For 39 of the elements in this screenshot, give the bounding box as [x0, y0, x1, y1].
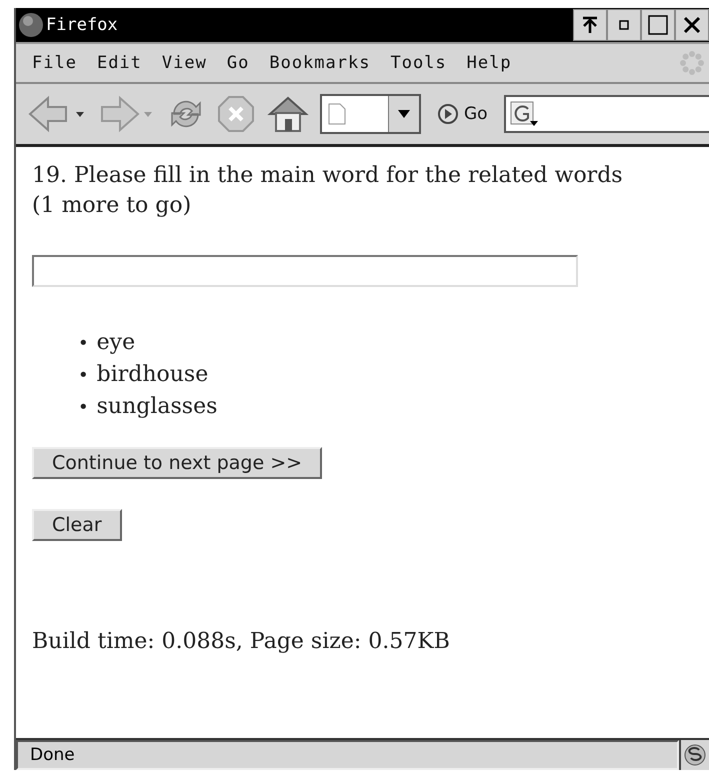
minimize-button[interactable]	[607, 9, 641, 41]
play-icon	[437, 103, 459, 125]
menu-item[interactable]: Edit	[96, 53, 142, 73]
question-text: 19. Please fill in the main word for the related words (1 more to go)	[32, 162, 624, 220]
bullet: •	[78, 396, 89, 420]
answer-field[interactable]	[32, 255, 578, 287]
minimize-icon	[618, 19, 630, 31]
menu-item[interactable]: Go	[226, 53, 250, 73]
menu-item[interactable]: Bookmarks	[269, 53, 370, 73]
maximize-icon	[647, 14, 669, 36]
dropdown-arrow-icon	[398, 110, 410, 118]
maximize-button[interactable]	[641, 9, 675, 41]
stop-button[interactable]	[216, 94, 256, 134]
related-word: eye	[96, 329, 136, 357]
menu-item[interactable]: Tools	[390, 53, 447, 73]
menu-item[interactable]: Help	[466, 53, 512, 73]
security-icon	[684, 744, 706, 766]
menu-item[interactable]: View	[162, 53, 207, 73]
continue-button[interactable]: Continue to next page >>	[32, 447, 322, 479]
related-word: birdhouse	[96, 361, 208, 389]
build-info-text: Build time: 0.088s, Page size: 0.57KB	[32, 629, 451, 654]
clear-button[interactable]: Clear	[32, 509, 122, 541]
home-button[interactable]	[266, 94, 310, 134]
url-field[interactable]	[320, 94, 421, 134]
close-icon	[682, 15, 702, 35]
related-word: sunglasses	[96, 393, 218, 421]
close-button[interactable]	[675, 9, 709, 41]
up-arrow-icon	[581, 16, 599, 34]
page-icon	[328, 103, 346, 125]
pin-button[interactable]	[573, 9, 607, 41]
status-text: Done	[16, 740, 679, 770]
throbber-icon	[679, 50, 705, 76]
search-engine-icon	[510, 101, 540, 127]
bullet: •	[78, 364, 89, 388]
menu-item[interactable]: File	[32, 53, 77, 73]
go-button[interactable]: Go	[431, 103, 494, 125]
window-title: Firefox	[46, 15, 119, 35]
search-field[interactable]	[504, 95, 709, 133]
bullet: •	[78, 332, 89, 356]
